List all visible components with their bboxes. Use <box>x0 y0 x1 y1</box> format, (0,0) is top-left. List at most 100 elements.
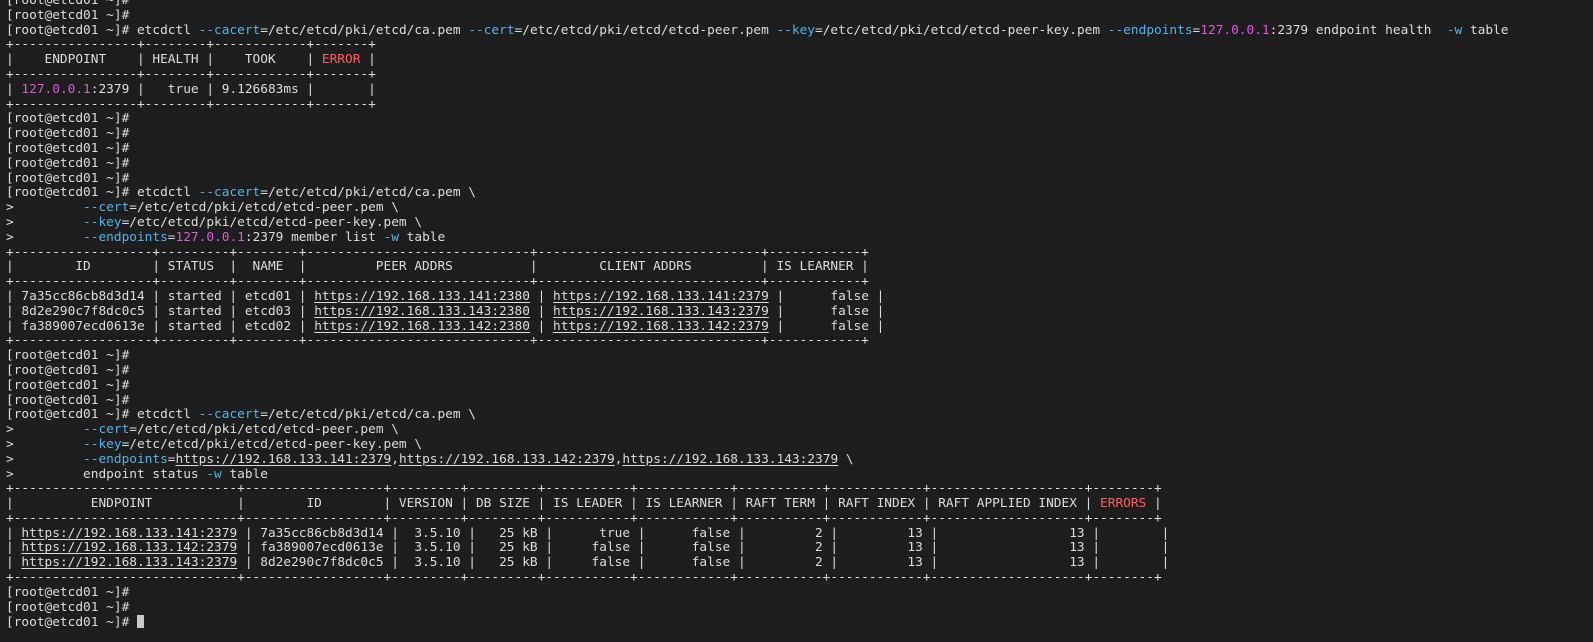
url-link[interactable]: https://192.168.133.142:2379 <box>553 319 769 334</box>
terminal-text: --cacert <box>198 22 261 38</box>
url-link[interactable]: https://192.168.133.141:2379 <box>21 526 237 541</box>
terminal-text: +----------------+--------+------------+… <box>6 96 376 112</box>
terminal-text: | <box>6 81 22 97</box>
terminal-line: +-----------------------------+---------… <box>6 481 1508 497</box>
terminal-text: --cert <box>468 22 515 38</box>
terminal-line: +-----------------------------+---------… <box>6 511 1508 527</box>
terminal-text: +------------------+---------+--------+-… <box>6 274 869 290</box>
terminal-text: [root@etcd01 ~]# <box>6 392 130 408</box>
terminal-line: [root@etcd01 ~]# <box>6 378 1508 394</box>
terminal-line: | 7a35cc86cb8d3d14 | started | etcd01 | … <box>6 288 1508 305</box>
terminal-line: +----------------+--------+------------+… <box>6 37 1508 53</box>
terminal-text: [root@etcd01 ~]# <box>6 0 130 8</box>
url-link[interactable]: https://192.168.133.143:2380 <box>314 304 530 319</box>
terminal-text: | <box>529 288 554 304</box>
terminal-line: [root@etcd01 ~]# <box>6 348 1508 364</box>
terminal-text: [root@etcd01 ~]# etcdctl <box>6 185 199 201</box>
terminal-text: , <box>391 451 399 467</box>
cursor-block <box>136 615 144 629</box>
terminal-line: [root@etcd01 ~]# <box>6 615 1508 630</box>
terminal-line: > --key=/etc/etcd/pki/etcd/etcd-peer-key… <box>6 436 1508 453</box>
terminal-text: | <box>6 555 22 571</box>
terminal-text: =/etc/etcd/pki/etcd/ca.pem <box>260 22 469 38</box>
terminal-text: \ <box>838 451 854 467</box>
terminal-text: | <box>529 318 554 334</box>
terminal-text: [root@etcd01 ~]# etcdctl <box>6 407 199 423</box>
terminal-text: | <box>360 52 376 68</box>
terminal-line: [root@etcd01 ~]# <box>6 7 1508 24</box>
url-link[interactable]: https://192.168.133.142:2379 <box>399 452 615 467</box>
terminal-text: =/etc/etcd/pki/etcd/etcd-peer.pem \ <box>129 200 399 216</box>
terminal-text: --endpoints <box>83 451 168 467</box>
url-link[interactable]: https://192.168.133.143:2379 <box>21 555 237 570</box>
terminal-text: table <box>1462 22 1509 38</box>
terminal-text: > <box>6 229 84 245</box>
terminal-text: = <box>167 229 176 245</box>
terminal-text: > <box>6 214 84 230</box>
terminal-line: [root@etcd01 ~]# <box>6 111 1508 127</box>
terminal-text: :2379 endpoint health <box>1269 22 1447 38</box>
terminal-text: [root@etcd01 ~]# <box>6 7 130 23</box>
terminal-text: [root@etcd01 ~]# <box>6 170 130 186</box>
terminal-line: +----------------+--------+------------+… <box>6 96 1508 113</box>
terminal-text: +----------------+--------+------------+… <box>6 37 376 53</box>
terminal-text: | false | <box>768 288 885 304</box>
terminal-text: --cert <box>83 200 130 216</box>
terminal-line: +-----------------------------+---------… <box>6 570 1508 586</box>
terminal-text: +-----------------------------+---------… <box>6 481 1162 497</box>
terminal-text: | 7a35cc86cb8d3d14 | started | etcd01 | <box>6 288 315 304</box>
terminal-text: | fa389007ecd0613e | started | etcd02 | <box>6 318 315 334</box>
terminal-text: | <box>1146 496 1162 512</box>
terminal-text: | 7a35cc86cb8d3d14 | 3.5.10 | 25 kB | tr… <box>237 525 1170 541</box>
terminal-window[interactable]: [root@etcd01 ~]# [root@etcd01 ~]# [root@et… <box>0 0 1593 642</box>
url-link[interactable]: https://192.168.133.143:2379 <box>553 304 769 319</box>
terminal-text: > endpoint status <box>6 466 207 482</box>
terminal-line: +------------------+---------+--------+-… <box>6 274 1508 290</box>
terminal-text: =/etc/etcd/pki/etcd/ca.pem \ <box>260 185 476 201</box>
url-link[interactable]: https://192.168.133.142:2379 <box>21 540 237 556</box>
terminal-line: [root@etcd01 ~]# <box>6 599 1508 616</box>
url-link[interactable]: https://192.168.133.141:2380 <box>314 289 530 304</box>
terminal-line: [root@etcd01 ~]# etcdctl --cacert=/etc/e… <box>6 407 1508 423</box>
terminal-text: > <box>6 200 84 216</box>
terminal-text: [root@etcd01 ~]# <box>6 348 130 364</box>
terminal-text: ERROR <box>321 52 361 68</box>
terminal-output: [root@etcd01 ~]# [root@etcd01 ~]# [root@et… <box>6 0 1508 630</box>
terminal-text: [root@etcd01 ~]# etcdctl <box>6 22 199 38</box>
terminal-text: =/etc/etcd/pki/etcd/etcd-peer-key.pem \ <box>121 214 423 230</box>
terminal-text: --key <box>83 436 122 452</box>
terminal-text: | <box>6 540 22 556</box>
terminal-text: =/etc/etcd/pki/etcd/ca.pem \ <box>260 407 476 423</box>
terminal-text: --key <box>83 214 122 230</box>
terminal-text: | <box>6 525 22 541</box>
terminal-text: +------------------+---------+--------+-… <box>6 244 869 260</box>
terminal-line: +------------------+---------+--------+-… <box>6 244 1508 261</box>
terminal-text: table <box>398 229 446 245</box>
terminal-text: | false | <box>768 303 885 319</box>
terminal-text: =/etc/etcd/pki/etcd/etcd-peer.pem \ <box>129 422 399 438</box>
terminal-text: [root@etcd01 ~]# <box>6 362 130 378</box>
url-link[interactable]: https://192.168.133.143:2379 <box>622 452 838 467</box>
terminal-text: | false | <box>768 318 885 334</box>
terminal-line: [root@etcd01 ~]# <box>6 170 1508 187</box>
terminal-line: [root@etcd01 ~]# <box>6 156 1508 172</box>
terminal-line: +------------------+---------+--------+-… <box>6 333 1508 349</box>
terminal-line: | https://192.168.133.142:2379 | fa38900… <box>6 541 1508 556</box>
terminal-line: | ID | STATUS | NAME | PEER ADDRS | CLIE… <box>6 259 1508 275</box>
terminal-text: ERRORS <box>1100 496 1147 512</box>
terminal-line: > --cert=/etc/etcd/pki/etcd/etcd-peer.pe… <box>6 200 1508 216</box>
url-link[interactable]: https://192.168.133.141:2379 <box>176 452 392 467</box>
terminal-text: [root@etcd01 ~]# <box>6 599 130 615</box>
terminal-text: =/etc/etcd/pki/etcd/etcd-peer.pem <box>514 22 777 38</box>
terminal-line: > --cert=/etc/etcd/pki/etcd/etcd-peer.pe… <box>6 422 1508 438</box>
terminal-text: --cert <box>83 422 130 438</box>
terminal-text: | ENDPOINT | HEALTH | TOOK | <box>6 52 322 68</box>
terminal-text: [root@etcd01 ~]# <box>6 615 137 631</box>
terminal-text: -w <box>206 466 222 482</box>
terminal-text: table <box>221 466 268 482</box>
url-link[interactable]: https://192.168.133.142:2380 <box>314 319 530 334</box>
terminal-text: :2379 member list <box>244 229 384 245</box>
terminal-text: [root@etcd01 ~]# <box>6 111 130 127</box>
url-link[interactable]: https://192.168.133.141:2379 <box>553 289 769 304</box>
terminal-text: [root@etcd01 ~]# <box>6 584 130 600</box>
